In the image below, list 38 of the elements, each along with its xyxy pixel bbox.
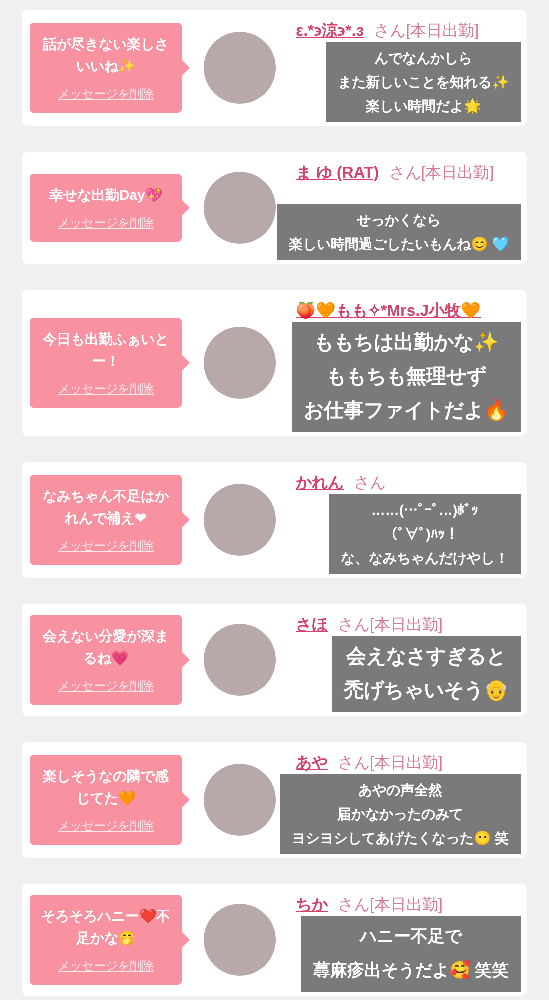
caption-line: あやの声全然 <box>358 781 443 800</box>
name-link[interactable]: 🍑🧡もも✧*Mrs.J小牧🧡 <box>296 300 482 324</box>
caption-line: (ﾟ∀ﾟ)ﾊｯ！ <box>391 525 459 544</box>
caption-line: 楽しい時間だよ🌟 <box>366 97 481 116</box>
message-text: なみちゃん不足はかれんで補え❤ <box>42 487 170 528</box>
message-text: 幸せな出勤Day💖 <box>50 186 162 205</box>
name-link[interactable]: ちか <box>296 894 328 918</box>
status-label: さん[本日出勤] <box>389 164 494 184</box>
caption-line: 蕁麻疹出そうだよ🥰 笑笑 <box>313 959 509 982</box>
message-text: そろそろハニー❤不足かな🤭 <box>40 907 172 948</box>
caption-line: せっかくなら <box>357 211 442 230</box>
caption-line: また新しいことを知れる✨ <box>338 73 509 92</box>
status-label: さん[本日出勤] <box>374 22 480 42</box>
caption-line: ももちは出勤かな✨ <box>314 330 499 356</box>
caption-line: お仕事ファイトだよ🔥 <box>304 398 509 424</box>
name-link[interactable]: あや <box>296 752 328 776</box>
message-text: 話が尽きない楽しさいいね✨ <box>42 35 170 76</box>
caption-line: ももちも無理せず <box>326 365 486 390</box>
name-link[interactable]: かれん <box>296 472 344 496</box>
message-text: 今日も出勤ふぁいとー！ <box>42 330 170 371</box>
caption-line: ヨシヨシしてあげたくなった😶 笑 <box>292 829 509 848</box>
caption-line: ハニー不足で <box>360 926 462 948</box>
status-label: さん[本日出勤] <box>338 896 443 916</box>
caption-line: 届かなかったのみて <box>338 805 464 824</box>
caption-line: な、なみちゃんだけやし！ <box>341 549 509 568</box>
message-text: 会えない分愛が深まるね💗 <box>42 627 170 668</box>
caption-line: 禿げちゃいそう👴 <box>344 679 509 704</box>
caption-line: んでなんかしら <box>374 49 472 68</box>
name-link[interactable]: さほ <box>296 614 328 638</box>
status-label: さん <box>354 474 386 494</box>
status-label: さん[本日出勤] <box>338 616 443 636</box>
name-link[interactable]: ま ゆ (RAT) <box>296 162 380 186</box>
status-label: さん[本日出勤] <box>338 754 443 774</box>
caption-line: 会えなさすぎると <box>346 645 506 670</box>
caption-line: 楽しい時間過ごしたいもんね😊 🩵 <box>289 235 509 254</box>
message-text: 楽しそうなの隣で感じてた🧡 <box>42 767 170 808</box>
caption-line: ……(…ﾟ-ﾟ…)ﾎﾞｯ <box>371 501 479 520</box>
name-link[interactable]: ε.*϶涼϶*.ɜ <box>296 20 364 44</box>
